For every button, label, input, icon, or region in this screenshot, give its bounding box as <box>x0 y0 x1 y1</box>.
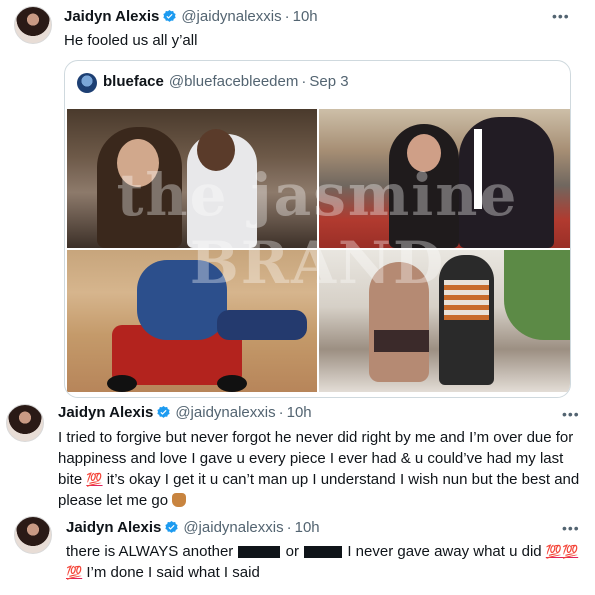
verified-badge-icon <box>165 520 178 533</box>
quoted-display-name[interactable]: blueface <box>103 73 164 90</box>
quoted-handle[interactable]: @bluefacebleedem <box>169 73 298 90</box>
photo-figure <box>107 375 137 392</box>
censor-bar <box>304 546 343 559</box>
photo-3[interactable] <box>67 250 317 392</box>
quoted-tweet[interactable]: blueface @bluefacebleedem · Sep 3 the ja… <box>64 60 571 398</box>
timestamp[interactable]: 10h <box>293 8 318 25</box>
photo-figure <box>137 260 227 340</box>
photo-figure <box>117 139 159 187</box>
photo-1[interactable] <box>67 109 317 248</box>
tweet-text-part: I never gave away what u did <box>347 543 542 560</box>
hundred-points-icon: 💯 <box>545 544 562 559</box>
photo-figure <box>197 129 235 171</box>
photo-4[interactable] <box>319 250 570 392</box>
separator-dot: · <box>278 404 284 421</box>
folded-hands-icon <box>172 493 187 507</box>
tweet-3[interactable]: Jaidyn Alexis @jaidynalexxis · 10h ••• t… <box>0 512 595 595</box>
timestamp[interactable]: 10h <box>287 404 312 421</box>
more-options-button[interactable]: ••• <box>552 8 570 24</box>
display-name[interactable]: Jaidyn Alexis <box>66 519 161 536</box>
tweet-2[interactable]: Jaidyn Alexis @jaidynalexxis · 10h ••• I… <box>0 400 595 510</box>
quoted-timestamp[interactable]: Sep 3 <box>309 73 348 90</box>
quoted-avatar[interactable] <box>77 73 97 93</box>
hundred-points-icon: 💯 <box>562 544 579 559</box>
tweet-text-part: it’s okay I get it u can’t man up I unde… <box>58 471 580 509</box>
tweet-text: I tried to forgive but never forgot he n… <box>58 427 586 511</box>
handle[interactable]: @jaidynalexxis <box>181 8 281 25</box>
separator-dot: · <box>301 73 307 90</box>
hundred-points-icon: 💯 <box>66 565 83 580</box>
verified-badge-icon <box>157 405 170 418</box>
hundred-points-icon: 💯 <box>86 472 103 487</box>
display-name[interactable]: Jaidyn Alexis <box>64 8 159 25</box>
separator-dot: · <box>284 8 290 25</box>
photo-figure <box>369 262 429 382</box>
photo-figure <box>217 375 247 392</box>
photo-figure <box>474 129 482 209</box>
more-options-button[interactable]: ••• <box>562 520 580 536</box>
verified-badge-icon <box>163 9 176 22</box>
photo-figure <box>439 255 494 385</box>
censor-bar <box>238 546 281 559</box>
avatar[interactable] <box>14 6 52 44</box>
display-name[interactable]: Jaidyn Alexis <box>58 404 153 421</box>
photo-figure <box>217 310 307 340</box>
photo-2[interactable] <box>319 109 570 248</box>
photo-figure <box>407 134 441 172</box>
tweet-text: there is ALWAYS another or I never gave … <box>66 541 586 583</box>
handle[interactable]: @jaidynalexxis <box>183 519 283 536</box>
handle[interactable]: @jaidynalexxis <box>175 404 275 421</box>
photo-figure <box>504 250 570 340</box>
avatar[interactable] <box>14 516 52 554</box>
tweet-text-part: there is ALWAYS another <box>66 543 234 560</box>
tweet-text-part: I’m done I said what I said <box>86 564 260 581</box>
photo-figure <box>444 280 489 320</box>
separator-dot: · <box>286 519 292 536</box>
more-options-button[interactable]: ••• <box>562 406 580 422</box>
avatar[interactable] <box>6 404 44 442</box>
tweet-text-part: or <box>285 543 299 560</box>
timestamp[interactable]: 10h <box>295 519 320 536</box>
photo-figure <box>374 330 429 352</box>
tweet-1[interactable]: Jaidyn Alexis @jaidynalexxis · 10h ••• H… <box>0 0 595 400</box>
tweet-text: He fooled us all y’all <box>64 32 198 49</box>
